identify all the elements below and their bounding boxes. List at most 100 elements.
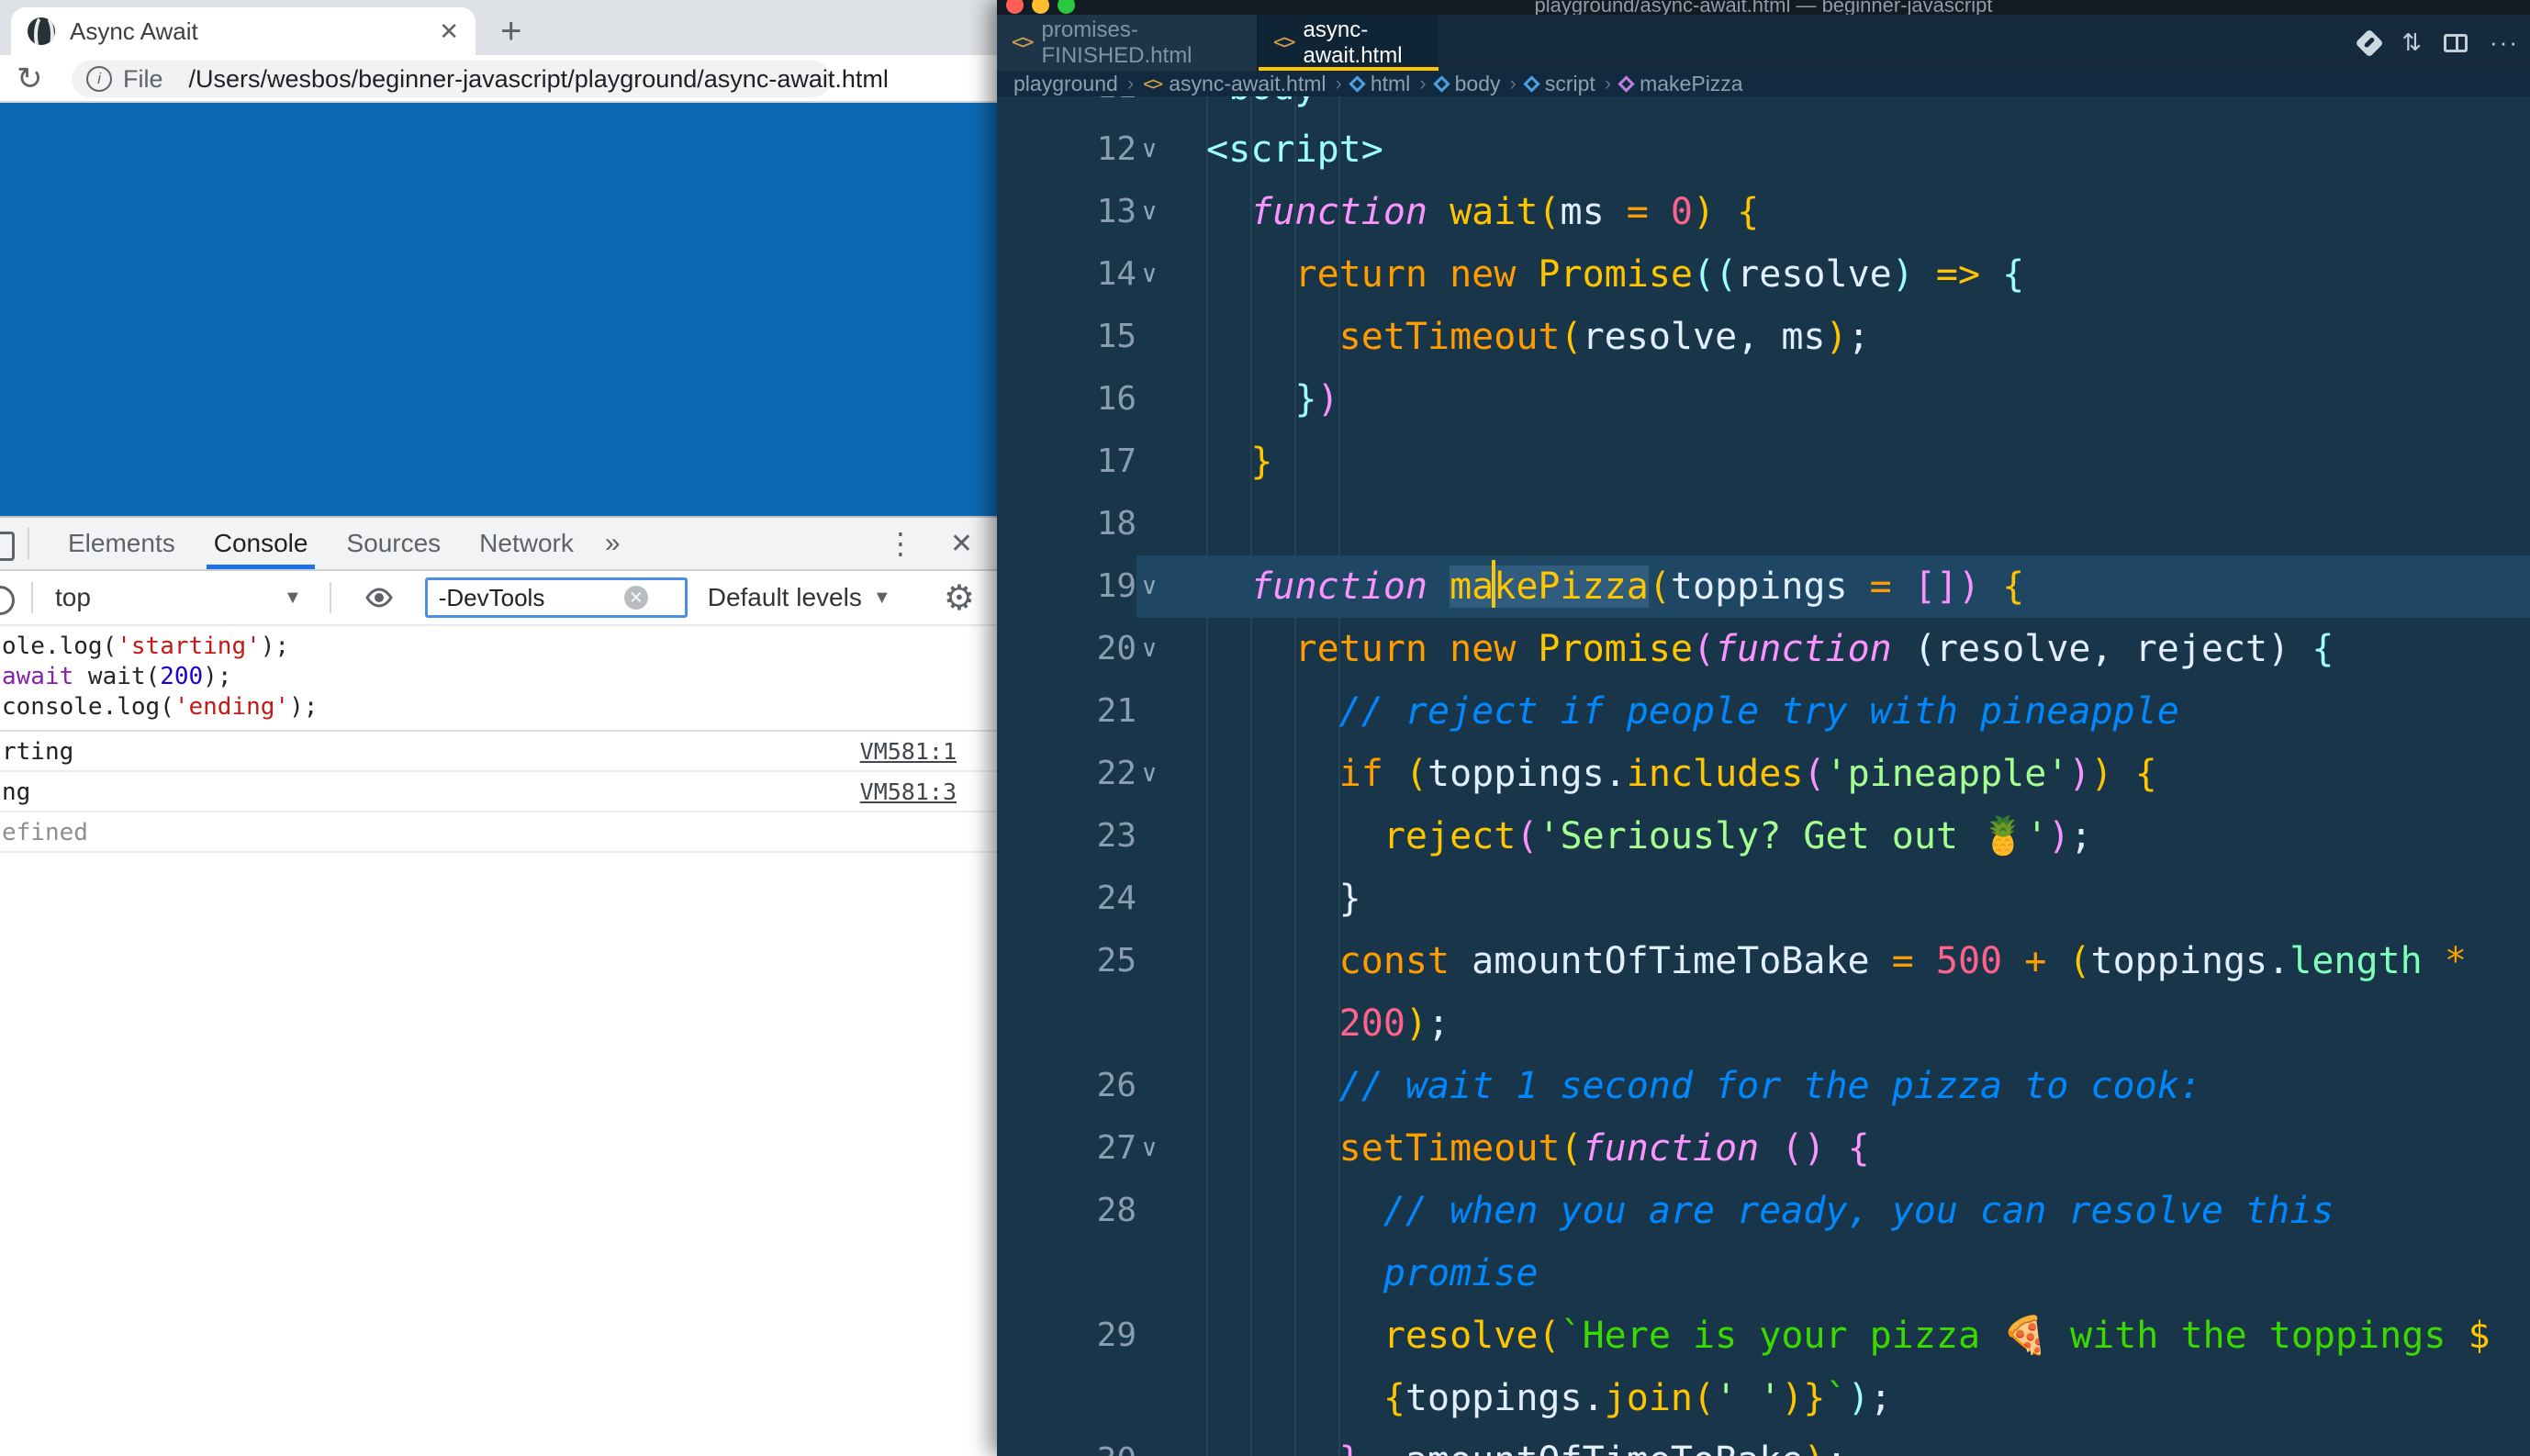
clear-console-icon-fragment[interactable] (0, 586, 15, 615)
fold-chevron-icon[interactable]: ∨ (1136, 1117, 1162, 1180)
code-line-27: 27∨ setTimeout(function () { (997, 1117, 2530, 1180)
filter-clear-icon[interactable]: ✕ (624, 586, 648, 610)
open-changes-icon[interactable]: ⇅ (2401, 28, 2422, 57)
code-text: function wait(ms = 0) { (1162, 181, 1759, 243)
code-token: <body> (1162, 96, 1339, 108)
log-levels-dropdown[interactable]: Default levels (708, 583, 862, 612)
fold-chevron-icon[interactable]: ∨ (1136, 555, 1162, 618)
editor-tab-label: promises-FINISHED.html (1042, 17, 1243, 69)
code-token: toppings. (1405, 1377, 1605, 1419)
code-token: return new (1295, 253, 1539, 296)
fold-chevron-icon[interactable]: ∨ (1136, 243, 1162, 306)
code-token: Promise (1538, 253, 1693, 296)
line-number: 20 (997, 618, 1136, 680)
code-token: <script> (1162, 129, 1383, 171)
breadcrumb-item-playground[interactable]: playground (1013, 72, 1118, 96)
code-token: // when you are ready, you can resolve t… (1383, 1190, 2334, 1232)
console-filter-input[interactable] (437, 583, 624, 613)
log-source-link[interactable]: VM581:1 (860, 732, 957, 772)
context-selector[interactable]: top (55, 583, 91, 612)
breadcrumb-separator-icon: › (1510, 72, 1517, 95)
vscode-title-bar: playground/async-await.html — beginner-j… (997, 0, 2530, 15)
fold-chevron-icon[interactable]: ∨ (1136, 618, 1162, 680)
reload-icon[interactable]: ↻ (17, 61, 43, 97)
editor-tab-promises-FINISHED.html[interactable]: <>promises-FINISHED.html (997, 15, 1259, 71)
git-compare-icon[interactable] (2356, 28, 2384, 57)
code-lines: 11 <body>12∨ <script>13∨ function wait(m… (997, 96, 2530, 1456)
page-info-icon[interactable]: i (86, 66, 112, 92)
breadcrumb-item-script[interactable]: script (1526, 72, 1595, 96)
echo-token: ); (261, 633, 289, 660)
new-tab-button[interactable]: + (500, 11, 521, 51)
devtools-close-icon[interactable]: ✕ (950, 528, 973, 560)
chrome-active-tab[interactable]: Async Await ✕ (11, 7, 476, 55)
context-caret-icon[interactable]: ▼ (284, 588, 302, 609)
breadcrumb-item-async-await.html[interactable]: <>async-await.html (1143, 72, 1326, 96)
devtools-tab-elements[interactable]: Elements (68, 518, 175, 569)
screenshot-root: Async Await ✕ + ↻ i File /Users/wesbos/b… (0, 0, 2530, 1456)
code-token: ) (1825, 316, 1847, 358)
fold-chevron-icon[interactable]: ∨ (1136, 743, 1162, 805)
code-token (1162, 316, 1339, 358)
code-token (1162, 628, 1295, 670)
breadcrumb-item-body[interactable]: body (1436, 72, 1501, 96)
log-source-link[interactable]: VM581:3 (860, 772, 957, 812)
code-text: const amountOfTimeToBake = 500 + (toppin… (1162, 930, 2467, 992)
split-editor-icon[interactable] (2444, 34, 2468, 52)
code-text: // when you are ready, you can resolve t… (1162, 1180, 2334, 1242)
code-token (1162, 1190, 1383, 1232)
code-line-19: 19∨ function makePizza(toppings = []) { (997, 555, 2530, 618)
code-line-26: 26 // wait 1 second for the pizza to coo… (997, 1055, 2530, 1117)
devtools-menu-icon[interactable]: ⋮ (886, 526, 915, 561)
editor-tab-async-await.html[interactable]: <>async-await.html (1259, 15, 1439, 71)
breadcrumb-item-makePizza[interactable]: makePizza (1620, 72, 1742, 96)
line-number: 14 (997, 243, 1136, 306)
fold-gutter (1136, 868, 1162, 930)
log-text: rting (2, 738, 73, 766)
symbol-cube-icon (1523, 75, 1539, 92)
echo-token: ); (203, 663, 231, 690)
console-log-row: rting VM581:1 (0, 732, 997, 772)
code-token: Promise (1538, 628, 1693, 670)
address-bar[interactable]: i File /Users/wesbos/beginner-javascript… (72, 61, 831, 97)
device-toolbar-icon-fragment[interactable] (0, 532, 15, 561)
fold-chevron-icon[interactable]: ∨ (1136, 181, 1162, 243)
code-text: setTimeout(function () { (1162, 1117, 1870, 1180)
editor-actions: ⇅ ··· (2359, 15, 2519, 71)
code-token: reject (1383, 815, 1517, 857)
live-expression-eye-icon[interactable] (364, 583, 394, 612)
code-editor[interactable]: 11 <body>12∨ <script>13∨ function wait(m… (997, 96, 2530, 1456)
tab-close-icon[interactable]: ✕ (439, 17, 459, 46)
levels-caret-icon[interactable]: ▼ (873, 588, 891, 609)
more-panels-icon[interactable]: » (605, 528, 621, 559)
editor-more-actions-icon[interactable]: ··· (2490, 28, 2519, 57)
code-token: = (1605, 191, 1671, 233)
code-text: }, amountOfTimeToBake); (1162, 1429, 1848, 1456)
code-token: ) (2048, 815, 2070, 857)
devtools-tab-sources[interactable]: Sources (346, 518, 441, 569)
devtools-tab-network[interactable]: Network (479, 518, 574, 569)
code-token: resolve (1737, 253, 1892, 296)
console-toolbar: top ▼ ✕ Default levels ▼ ⚙ (0, 571, 997, 626)
code-token: `Here is your pizza 🍕 with the toppings (1561, 1315, 2468, 1357)
code-line-25: 25 const amountOfTimeToBake = 500 + (top… (997, 930, 2530, 992)
breadcrumb: playground›<>async-await.html›html›body›… (997, 71, 2530, 96)
code-token: ( (1560, 1127, 1582, 1170)
code-token: $ (2468, 1315, 2491, 1357)
code-token: , amountOfTimeToBake (1361, 1439, 1804, 1456)
fold-gutter (1136, 992, 1162, 1055)
code-token: length (2289, 940, 2423, 982)
line-number: 28 (997, 1180, 1136, 1242)
code-token: // reject if people try with pineapple (1339, 690, 2179, 733)
fold-chevron-icon[interactable]: ∨ (1136, 118, 1162, 181)
devtools-settings-gear-icon[interactable]: ⚙ (944, 577, 975, 619)
devtools-tab-console[interactable]: Console (214, 518, 308, 569)
code-token: ) (1892, 253, 1914, 296)
breadcrumb-item-html[interactable]: html (1351, 72, 1410, 96)
code-line-12: 12∨ <script> (997, 118, 2530, 181)
code-token: (resolve, reject) (1914, 628, 2289, 670)
code-line-20: 20∨ return new Promise(function (resolve… (997, 618, 2530, 680)
code-line-18: 18 (997, 493, 2530, 555)
code-token: ( (1803, 753, 1825, 795)
code-token: (( (1693, 253, 1737, 296)
